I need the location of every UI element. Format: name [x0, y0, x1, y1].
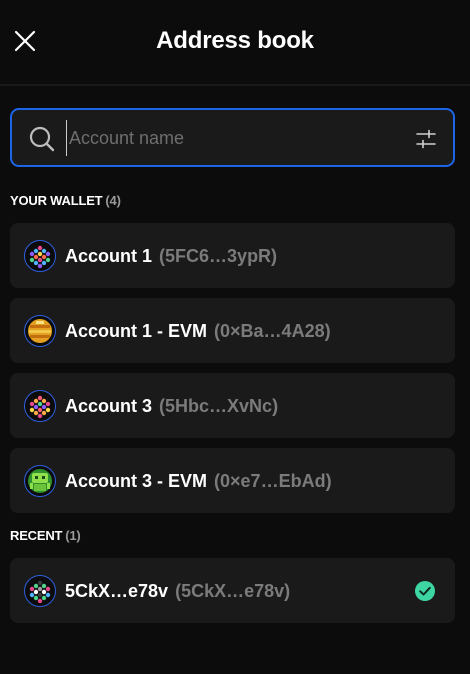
header: Address book	[0, 0, 470, 86]
recent-label: RECENT	[10, 528, 63, 543]
account-item-account-1-evm[interactable]: Account 1 - EVM (0×Ba…4A28)	[10, 298, 455, 363]
address-book-screen: Address book YOUR WALLET(4)	[0, 0, 470, 674]
account-name: Account 3 - EVM	[65, 471, 208, 491]
account-item-account-1[interactable]: Account 1 (5FC6…3ypR)	[10, 223, 455, 288]
polkadot-identicon-icon	[24, 390, 56, 422]
account-label: Account 1 - EVM (0×Ba…4A28)	[65, 319, 331, 343]
your-wallet-label: YOUR WALLET	[10, 193, 103, 208]
account-address: (5FC6…3ypR)	[159, 246, 278, 266]
ethereum-avatar-icon	[24, 315, 56, 347]
ethereum-avatar-icon	[24, 465, 56, 497]
account-address: (0×e7…EbAd)	[214, 471, 332, 491]
search-input[interactable]	[66, 120, 396, 156]
recent-count: (1)	[65, 528, 81, 543]
account-name: Account 1	[65, 246, 153, 266]
polkadot-identicon-icon	[24, 240, 56, 272]
search-icon	[29, 126, 55, 152]
your-wallet-section-label: YOUR WALLET (4)	[10, 193, 121, 208]
check-circle-icon	[415, 581, 435, 601]
account-name: Account 1 - EVM	[65, 321, 208, 341]
account-address: (5CkX…e78v)	[175, 581, 291, 601]
account-label: Account 3 - EVM (0×e7…EbAd)	[65, 469, 332, 493]
account-address: (0×Ba…4A28)	[214, 321, 331, 341]
account-name: Account 3	[65, 396, 153, 416]
your-wallet-count: (4)	[105, 193, 121, 208]
account-address: (5Hbc…XvNc)	[159, 396, 279, 416]
account-name: 5CkX…e78v	[65, 581, 169, 601]
recent-section-label: RECENT (1)	[10, 528, 81, 543]
account-item-account-3[interactable]: Account 3 (5Hbc…XvNc)	[10, 373, 455, 438]
account-label: Account 1 (5FC6…3ypR)	[65, 244, 277, 268]
account-label: Account 3 (5Hbc…XvNc)	[65, 394, 278, 418]
page-title: Address book	[156, 27, 314, 54]
filter-icon[interactable]	[414, 127, 438, 151]
search-box	[10, 108, 455, 167]
account-label: 5CkX…e78v (5CkX…e78v)	[65, 579, 290, 603]
polkadot-identicon-icon	[24, 575, 56, 607]
account-item-account-3-evm[interactable]: Account 3 - EVM (0×e7…EbAd)	[10, 448, 455, 513]
recent-item-5ckx-e78v[interactable]: 5CkX…e78v (5CkX…e78v)	[10, 558, 455, 623]
